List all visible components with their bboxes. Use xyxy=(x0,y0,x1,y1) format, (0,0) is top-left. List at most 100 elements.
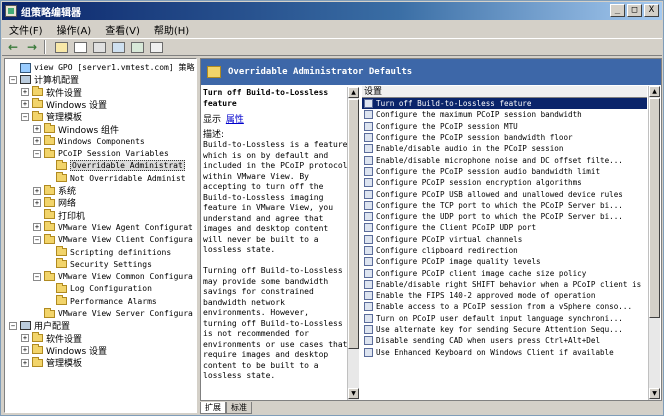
expand-icon[interactable]: + xyxy=(21,334,29,343)
tree-node[interactable]: − VMware View Common Configura xyxy=(33,270,193,282)
setting-row[interactable]: Enable/disable microphone noise and DC o… xyxy=(362,154,647,165)
refresh-icon[interactable] xyxy=(129,40,145,54)
scroll-down-icon[interactable]: ▼ xyxy=(649,388,660,399)
setting-row[interactable]: Configure PCoIP USB allowed and unallowe… xyxy=(362,188,647,199)
display-label: 显示 xyxy=(203,115,222,125)
collapse-icon[interactable]: − xyxy=(33,149,41,158)
setting-row[interactable]: Configure PCoIP client image cache size … xyxy=(362,267,647,278)
setting-row[interactable]: Disable sending CAD when users press Ctr… xyxy=(362,335,647,346)
tree-node[interactable]: Log Configuration xyxy=(45,282,152,294)
tree-node[interactable]: Not Overridable Administ xyxy=(45,172,186,184)
settings-scrollbar[interactable]: ▲ ▼ xyxy=(648,86,660,400)
tree-node-label: 计算机配置 xyxy=(34,76,80,87)
tree-node[interactable]: + Windows 设置 xyxy=(21,98,107,111)
close-button[interactable]: X xyxy=(644,4,659,17)
properties-link[interactable]: 属性 xyxy=(226,115,244,125)
show-tree-icon[interactable] xyxy=(72,40,88,54)
settings-column-header[interactable]: 设置 xyxy=(362,86,647,98)
setting-row[interactable]: Use alternate key for sending Secure Att… xyxy=(362,324,647,335)
minimize-button[interactable]: _ xyxy=(610,4,625,17)
expand-icon[interactable]: + xyxy=(21,346,29,355)
setting-row[interactable]: Enable access to a PCoIP session from a … xyxy=(362,301,647,312)
setting-row[interactable]: Enable/disable right SHIFT behavior when… xyxy=(362,279,647,290)
tree-node[interactable]: + Windows Components xyxy=(33,135,145,147)
scroll-up-icon[interactable]: ▲ xyxy=(348,87,359,98)
scroll-thumb[interactable] xyxy=(649,98,660,318)
tree-node[interactable]: + 网络 xyxy=(33,196,76,209)
setting-row[interactable]: Configure PCoIP virtual channels xyxy=(362,234,647,245)
setting-row[interactable]: Configure the PCoIP session audio bandwi… xyxy=(362,166,647,177)
up-folder-icon[interactable] xyxy=(53,40,69,54)
setting-row[interactable]: Configure PCoIP session encryption algor… xyxy=(362,177,647,188)
tree-node[interactable]: − 管理模板 xyxy=(21,110,82,123)
setting-row[interactable]: Configure the Client PCoIP UDP port xyxy=(362,222,647,233)
forward-arrow-icon[interactable]: → xyxy=(24,40,40,54)
expand-icon[interactable]: + xyxy=(33,137,41,146)
tab-extended[interactable]: 扩展 xyxy=(200,402,226,414)
tree-node[interactable]: + 软件设置 xyxy=(21,86,82,99)
expand-icon[interactable]: + xyxy=(33,223,41,232)
scroll-thumb[interactable] xyxy=(348,99,359,349)
setting-row[interactable]: Configure the maximum PCoIP session band… xyxy=(362,109,647,120)
description-line: may provide some bandwidth xyxy=(203,276,329,286)
menu-view[interactable]: 查看(V) xyxy=(98,22,147,37)
setting-label: Configure the PCoIP session audio bandwi… xyxy=(376,166,601,176)
scroll-up-icon[interactable]: ▲ xyxy=(649,86,660,97)
tree-node[interactable]: Scripting definitions xyxy=(45,246,171,258)
tree-node[interactable]: − 计算机配置 xyxy=(9,74,80,87)
collapse-icon[interactable]: − xyxy=(9,321,17,330)
setting-row[interactable]: Use Enhanced Keyboard on Windows Client … xyxy=(362,347,647,358)
app-icon xyxy=(5,5,17,17)
tree-node[interactable]: Performance Alarms xyxy=(45,295,157,307)
back-arrow-icon[interactable]: ← xyxy=(5,40,21,54)
export-list-icon[interactable] xyxy=(91,40,107,54)
expand-icon[interactable]: + xyxy=(33,198,41,207)
menu-help[interactable]: 帮助(H) xyxy=(147,22,196,37)
tree-node[interactable]: − PCoIP Session Variables xyxy=(33,147,169,159)
setting-row[interactable]: Configure the PCoIP session bandwidth fl… xyxy=(362,132,647,143)
setting-row[interactable]: Configure PCoIP image quality levels xyxy=(362,256,647,267)
tree-node[interactable]: − VMware View Client Configura xyxy=(33,233,193,245)
properties-icon[interactable] xyxy=(110,40,126,54)
tab-standard[interactable]: 标准 xyxy=(226,402,252,414)
collapse-icon[interactable]: − xyxy=(33,272,41,281)
tree-node[interactable]: 打印机 xyxy=(33,209,85,222)
maximize-button[interactable]: □ xyxy=(627,4,642,17)
policy-tree[interactable]: view GPO [server1.vmtest.com] 策略 − 计算机配置 + 软… xyxy=(4,58,197,413)
tree-node[interactable]: Security Settings xyxy=(45,258,152,270)
setting-row[interactable]: Turn on PCoIP user default input languag… xyxy=(362,313,647,324)
expand-icon[interactable]: + xyxy=(21,358,29,367)
computer-icon xyxy=(20,321,31,331)
tree-node[interactable]: view GPO [server1.vmtest.com] 策略 xyxy=(9,62,195,73)
tree-node[interactable]: − 用户配置 xyxy=(9,320,70,332)
description-line: environments or use cases that xyxy=(203,339,348,349)
setting-row[interactable]: Configure clipboard redirection xyxy=(362,245,647,256)
expand-icon[interactable]: + xyxy=(21,88,29,97)
tree-node[interactable]: + 系统 xyxy=(33,184,76,197)
scroll-down-icon[interactable]: ▼ xyxy=(348,388,359,399)
tree-node[interactable]: + VMware View Agent Configurat xyxy=(33,221,193,233)
tree-node[interactable]: + 管理模板 xyxy=(21,356,82,369)
setting-icon xyxy=(364,246,373,255)
setting-row[interactable]: Enable/disable audio in the PCoIP sessio… xyxy=(362,143,647,154)
tree-node[interactable]: + Windows 组件 xyxy=(33,123,119,136)
collapse-icon[interactable]: − xyxy=(21,112,29,121)
tree-node[interactable]: VMware View Server Configura xyxy=(33,307,193,319)
help-icon[interactable] xyxy=(148,40,164,54)
menu-action[interactable]: 操作(A) xyxy=(50,22,99,37)
expand-icon[interactable]: + xyxy=(33,125,41,133)
setting-row[interactable]: Configure the UDP port to which the PCoI… xyxy=(362,211,647,222)
expand-icon[interactable]: + xyxy=(21,100,29,109)
description-scrollbar[interactable]: ▲ ▼ xyxy=(347,87,359,400)
collapse-icon[interactable]: − xyxy=(33,235,41,244)
menu-file[interactable]: 文件(F) xyxy=(2,22,50,37)
tree-node[interactable]: + Windows 设置 xyxy=(21,344,107,357)
collapse-icon[interactable]: − xyxy=(9,75,17,84)
tree-node[interactable]: + 软件设置 xyxy=(21,332,82,345)
setting-row[interactable]: Turn off Build-to-Lossless feature xyxy=(362,98,647,110)
expand-icon[interactable]: + xyxy=(33,186,41,195)
setting-row[interactable]: Configure the TCP port to which the PCoI… xyxy=(362,200,647,211)
setting-row[interactable]: Enable the FIPS 140-2 approved mode of o… xyxy=(362,290,647,301)
tree-node[interactable]: Overridable Administrat xyxy=(45,159,185,172)
setting-row[interactable]: Configure the PCoIP session MTU xyxy=(362,121,647,132)
